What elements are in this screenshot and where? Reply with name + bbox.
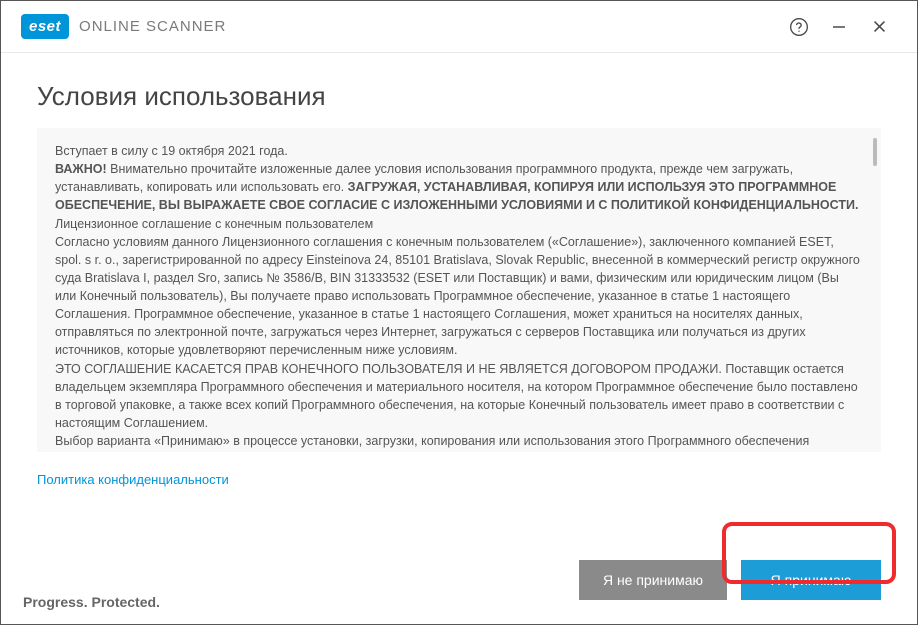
product-name: ONLINE SCANNER bbox=[79, 18, 226, 35]
accept-button[interactable]: Я принимаю bbox=[741, 560, 881, 600]
page-title: Условия использования bbox=[37, 81, 881, 112]
scrollbar-thumb[interactable] bbox=[873, 138, 877, 166]
app-window: eset ONLINE SCANNER Условия использовани… bbox=[0, 0, 918, 625]
help-icon[interactable] bbox=[779, 7, 819, 47]
terms-para2: ЭТО СОГЛАШЕНИЕ КАСАЕТСЯ ПРАВ КОНЕЧНОГО П… bbox=[55, 360, 863, 433]
terms-textbox[interactable]: Вступает в силу с 19 октября 2021 года. … bbox=[37, 128, 881, 452]
terms-eula-title: Лицензионное соглашение с конечным польз… bbox=[55, 215, 863, 233]
terms-text: Вступает в силу с 19 октября 2021 года. … bbox=[55, 142, 863, 452]
content-area: Условия использования Вступает в силу с … bbox=[1, 53, 917, 536]
decline-button[interactable]: Я не принимаю bbox=[579, 560, 727, 600]
minimize-icon[interactable] bbox=[819, 7, 859, 47]
privacy-policy-link[interactable]: Политика конфиденциальности bbox=[37, 472, 881, 487]
terms-important: ВАЖНО! Внимательно прочитайте изложенные… bbox=[55, 160, 863, 214]
tagline: Progress. Protected. bbox=[23, 594, 160, 610]
footer: Я не принимаю Я принимаю Progress. Prote… bbox=[1, 536, 917, 624]
close-icon[interactable] bbox=[859, 7, 899, 47]
terms-para1: Согласно условиям данного Лицензионного … bbox=[55, 233, 863, 360]
terms-effective-date: Вступает в силу с 19 октября 2021 года. bbox=[55, 142, 863, 160]
terms-para3: Выбор варианта «Принимаю» в процессе уст… bbox=[55, 432, 863, 452]
titlebar: eset ONLINE SCANNER bbox=[1, 1, 917, 53]
brand-logo: eset bbox=[21, 14, 69, 39]
